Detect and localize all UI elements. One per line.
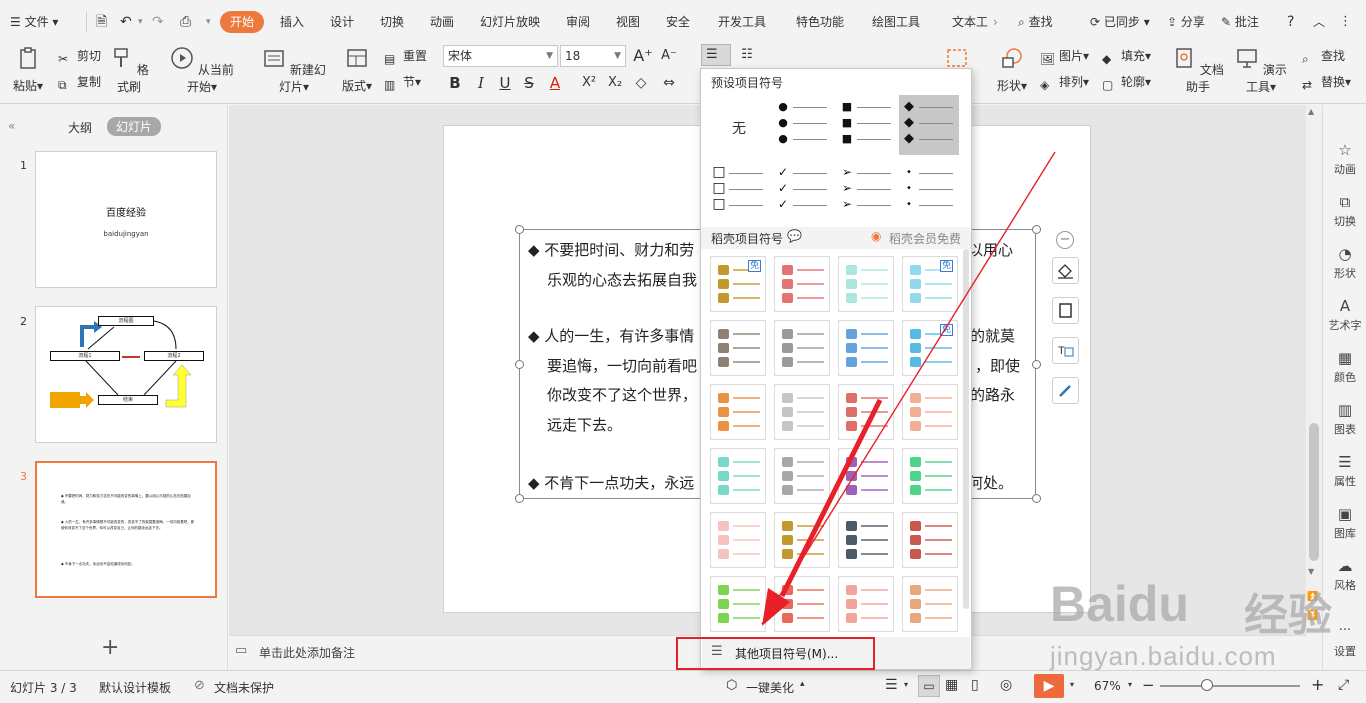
watermark-url: jingyan.baidu.com [1050, 641, 1277, 671]
watermark-brand: Baidu [1050, 576, 1189, 632]
baidu-watermark: Baidu 经验 jingyan.baidu.com [1040, 575, 1360, 685]
watermark-cn: 经验 [1244, 590, 1332, 641]
